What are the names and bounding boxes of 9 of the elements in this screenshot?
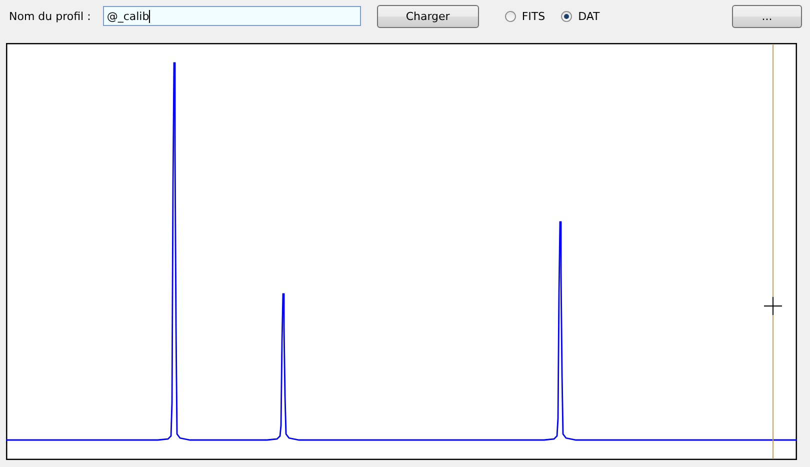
radio-label[interactable]: DAT — [578, 10, 600, 22]
radio-label[interactable]: FITS — [522, 10, 546, 22]
crosshair-icon — [764, 296, 782, 316]
load-button[interactable]: Charger — [376, 4, 479, 28]
more-button[interactable]: ... — [732, 4, 802, 28]
profile-name-field[interactable]: @_calib — [102, 6, 361, 26]
field-label: Nom du profil : — [9, 10, 91, 22]
radio-button[interactable] — [504, 10, 516, 22]
radio-button[interactable] — [561, 10, 572, 22]
